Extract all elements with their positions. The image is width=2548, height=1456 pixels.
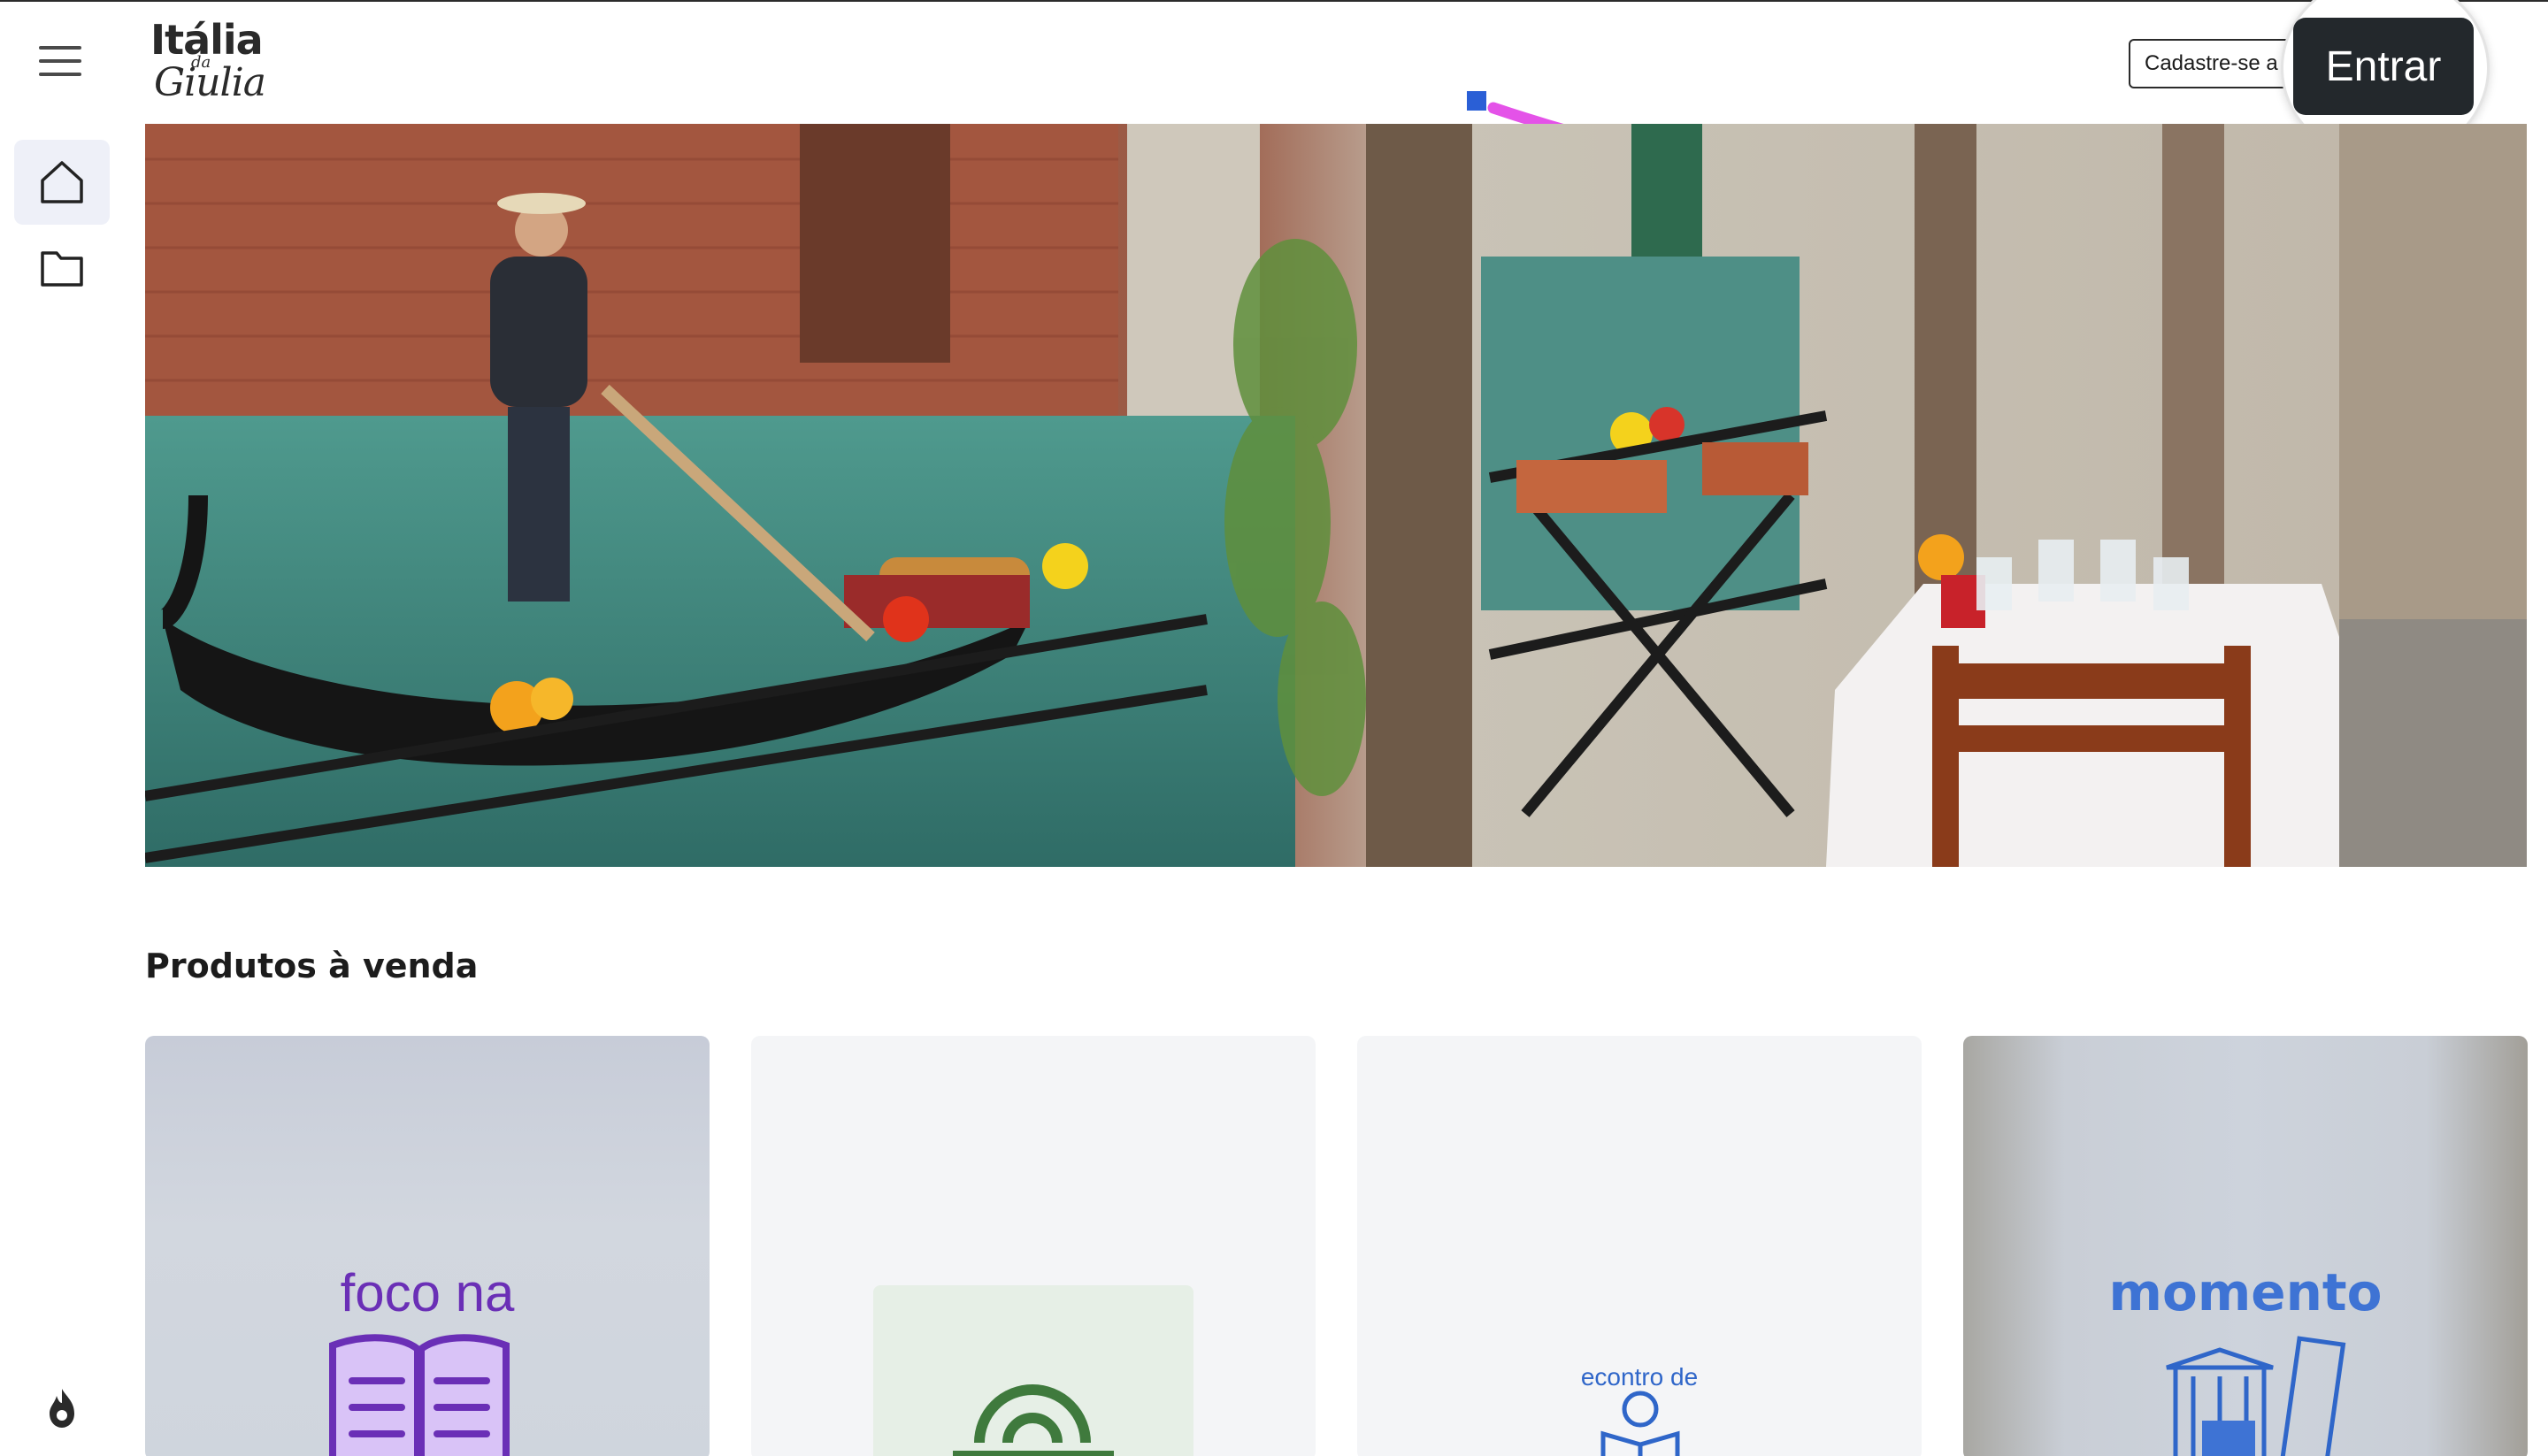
reader-icon (1600, 1391, 1680, 1456)
product-card[interactable]: momento (1963, 1036, 2528, 1456)
login-button[interactable]: Entrar (2293, 18, 2474, 115)
product-cover-text: econtro de (1580, 1363, 1699, 1391)
section-title: Produtos à venda (145, 946, 479, 985)
site-logo[interactable]: Itália da Giulia (149, 16, 266, 113)
hamburger-menu-icon[interactable] (39, 44, 85, 80)
sidebar-item-home[interactable] (14, 140, 110, 225)
signup-button-label: Cadastre-se a (2145, 51, 2278, 75)
product-card[interactable] (751, 1036, 1316, 1456)
top-border (0, 0, 2548, 2)
product-card[interactable]: foco na (145, 1036, 710, 1456)
product-cover-text: foco na (340, 1263, 515, 1322)
login-button-label: Entrar (2325, 42, 2442, 90)
italy-landmarks-icon (2166, 1336, 2346, 1456)
flame-icon[interactable] (44, 1387, 80, 1429)
sidebar-item-folder[interactable] (14, 225, 110, 310)
product-cover-text: momento (2108, 1262, 2383, 1322)
book-icon (329, 1334, 510, 1456)
hero-banner (145, 124, 2527, 867)
sunrise-logo-icon (953, 1384, 1114, 1456)
folder-icon (41, 251, 83, 287)
product-card[interactable]: econtro de (1357, 1036, 1922, 1456)
home-icon (41, 161, 83, 203)
